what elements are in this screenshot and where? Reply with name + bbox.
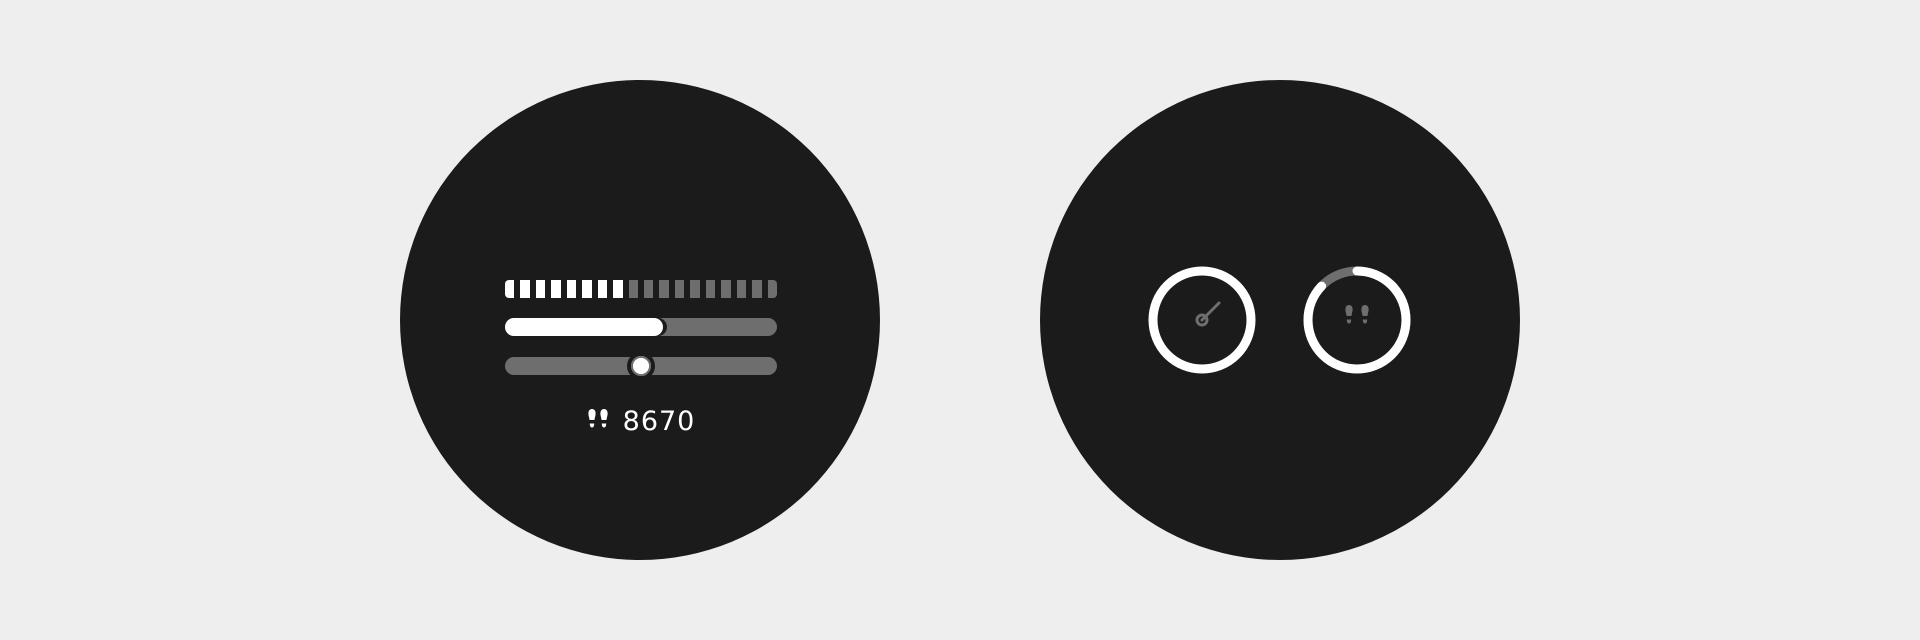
- steps-count: 8670: [622, 406, 696, 437]
- progress-segment: [705, 280, 716, 298]
- segmented-progress-bar: [505, 280, 777, 298]
- steps-readout: 8670: [400, 406, 880, 438]
- watch-face-right: [1040, 80, 1520, 560]
- progress-segment: [736, 280, 747, 298]
- progress-segment: [582, 280, 592, 298]
- progress-segment: [690, 280, 700, 298]
- progress-segment: [628, 280, 638, 298]
- progress-segment: [767, 280, 777, 298]
- progress-segment: [566, 280, 577, 298]
- progress-segment: [644, 280, 654, 298]
- progress-segment: [597, 280, 608, 298]
- steps-ring-progress: [1303, 266, 1411, 374]
- progress-segment: [721, 280, 731, 298]
- progress-bar: [505, 318, 777, 336]
- progress-fill: [505, 318, 663, 336]
- progress-segment: [520, 280, 530, 298]
- progress-segment: [551, 280, 561, 298]
- slider[interactable]: [505, 352, 777, 380]
- progress-segment: [659, 280, 669, 298]
- steps-ring-complication[interactable]: [1301, 264, 1413, 376]
- slider-thumb[interactable]: [627, 352, 655, 380]
- gauge-needle-icon: [1195, 301, 1221, 327]
- canvas: 8670: [0, 0, 1920, 640]
- footsteps-icon: [585, 407, 611, 437]
- watch-face-left: 8670: [400, 80, 880, 560]
- progress-segment: [613, 280, 623, 298]
- progress-segment: [505, 280, 515, 298]
- progress-segment: [535, 280, 546, 298]
- gauge-complication[interactable]: [1146, 264, 1258, 376]
- progress-segment: [674, 280, 685, 298]
- progress-segment: [752, 280, 762, 298]
- footsteps-icon: [1345, 305, 1369, 324]
